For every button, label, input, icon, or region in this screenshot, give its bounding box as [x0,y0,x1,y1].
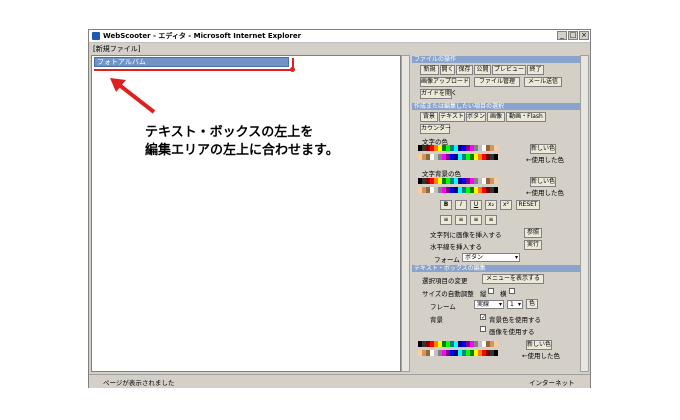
annotation-line-2: 編集エリアの左上に合わせます。 [145,143,339,158]
window-title: WebScooter - エディタ - Microsoft Internet E… [103,32,302,40]
run-button[interactable]: 実行 [524,240,542,250]
annotation-text: テキスト・ボックスの左上を 編集エリアの左上に合わせます。 [145,124,339,160]
textbox-section-header: テキスト・ボックスの編集 [412,265,580,272]
frame-color-palette-2[interactable] [418,350,498,356]
frame-color-button[interactable]: 色 [526,299,538,309]
minimize-button[interactable]: _ [557,31,567,40]
video-flash-button[interactable]: 動画・Flash [506,112,546,122]
bg-new-color-button[interactable]: 新しい色 [530,177,556,187]
subscript-button[interactable]: x₂ [485,200,497,210]
image-upload-button[interactable]: 画像アップロード [420,77,470,87]
form-select[interactable]: ボタン [462,253,520,262]
guide-button[interactable]: ガイドを開く [420,89,457,99]
frame-new-color-button[interactable]: 新しい色 [526,340,552,350]
close-button[interactable]: × [579,31,589,40]
color-swatch[interactable] [494,178,498,184]
color-swatch[interactable] [494,187,498,193]
bg-used-color-label: ←使用した色 [526,189,564,197]
horizontal-label: 横 [500,290,507,298]
color-swatch[interactable] [494,350,498,356]
vertical-label: 縦 [480,290,487,298]
background-button[interactable]: 背景 [420,112,438,122]
autosize-label: サイズの自動調整 [422,290,474,298]
use-image-label: 画像を使用する [489,328,535,336]
align-center-button[interactable]: ≡ [455,215,467,225]
image-button[interactable]: 画像 [487,112,505,122]
exit-button[interactable]: 終了 [527,65,544,75]
hr-label: 水平線を挿入する [430,243,482,251]
text-color-palette-2[interactable] [418,154,498,160]
show-menu-button[interactable]: メニューを表示する [482,274,544,284]
insert-image-label: 文字列に画像を挿入する [430,231,502,239]
text-button[interactable]: テキスト [439,112,465,122]
button-button[interactable]: ボタン [466,112,486,122]
color-swatch[interactable] [494,154,498,160]
save-button[interactable]: 保存 [456,65,473,75]
form-label: フォーム [434,256,460,264]
counter-button[interactable]: カウンター [420,124,451,134]
new-color-button[interactable]: 新しい色 [530,144,556,154]
edit-section-header: 作成または編集したい項目の選択 [412,103,580,110]
file-manage-button[interactable]: ファイル管理 [474,77,520,87]
mail-send-button[interactable]: メール送信 [524,77,562,87]
bg-color-label: 文字背景の色 [422,170,461,178]
title-bar: WebScooter - エディタ - Microsoft Internet E… [89,30,590,43]
horizontal-checkbox[interactable] [509,288,515,294]
italic-button[interactable]: I [455,200,467,210]
bold-button[interactable]: B [440,200,452,210]
red-arrow-icon [110,78,156,114]
use-bg-color-checkbox[interactable]: ✓ [480,314,486,321]
align-left-button[interactable]: ≡ [440,215,452,225]
bg-color-palette[interactable] [418,178,498,184]
file-name-label: [新規ファイル] [93,45,141,53]
panel-scrollbar[interactable] [580,55,589,372]
file-section-header: ファイルの操作 [412,56,580,63]
text-box[interactable]: フォトアルバム [94,57,289,67]
maximize-button[interactable]: □ [568,31,578,40]
preview-button[interactable]: プレビュー [492,65,526,75]
color-swatch[interactable] [494,145,498,151]
use-image-checkbox[interactable] [480,326,486,332]
underline-button[interactable]: U [470,200,482,210]
superscript-button[interactable]: x² [500,200,512,210]
status-text: ページが表示されました [103,379,175,387]
used-color-label: ←使用した色 [526,156,564,164]
new-button[interactable]: 新規 [420,65,439,75]
browse-button[interactable]: 参照 [524,228,542,238]
frame-style-select[interactable]: 実線 [474,300,504,309]
publish-button[interactable]: 公開 [474,65,491,75]
align-right-button[interactable]: ≡ [470,215,482,225]
editor-scrollbar[interactable] [401,55,410,372]
change-item-label: 選択項目の変更 [422,277,468,285]
vertical-checkbox[interactable] [488,288,494,294]
zone-text: インターネット [529,379,575,387]
frame-label: フレーム [430,303,456,311]
color-swatch[interactable] [494,341,498,347]
open-button[interactable]: 開く [440,65,455,75]
use-bg-color-label: 背景色を使用する [489,316,541,324]
frame-used-color-label: ←使用した色 [522,352,560,360]
justify-button[interactable]: ≡ [485,215,497,225]
status-bar: ページが表示されました インターネット [89,374,590,388]
ie-icon [92,32,100,40]
browser-window: WebScooter - エディタ - Microsoft Internet E… [88,29,591,388]
tool-panel: ファイルの操作 新規 開く 保存 公開 プレビュー 終了 画像アップロード ファ… [412,55,580,372]
text-box-bottom-edge [94,69,294,71]
background-label: 背景 [430,316,443,324]
bg-color-palette-2[interactable] [418,187,498,193]
reset-button[interactable]: RESET [516,200,540,210]
frame-color-palette[interactable] [418,341,498,347]
frame-width-select[interactable]: 1 [507,300,523,309]
text-color-palette[interactable] [418,145,498,151]
annotation-line-1: テキスト・ボックスの左上を [145,125,314,140]
menu-bar: [新規ファイル] [89,43,590,54]
resize-handle[interactable] [290,67,295,72]
